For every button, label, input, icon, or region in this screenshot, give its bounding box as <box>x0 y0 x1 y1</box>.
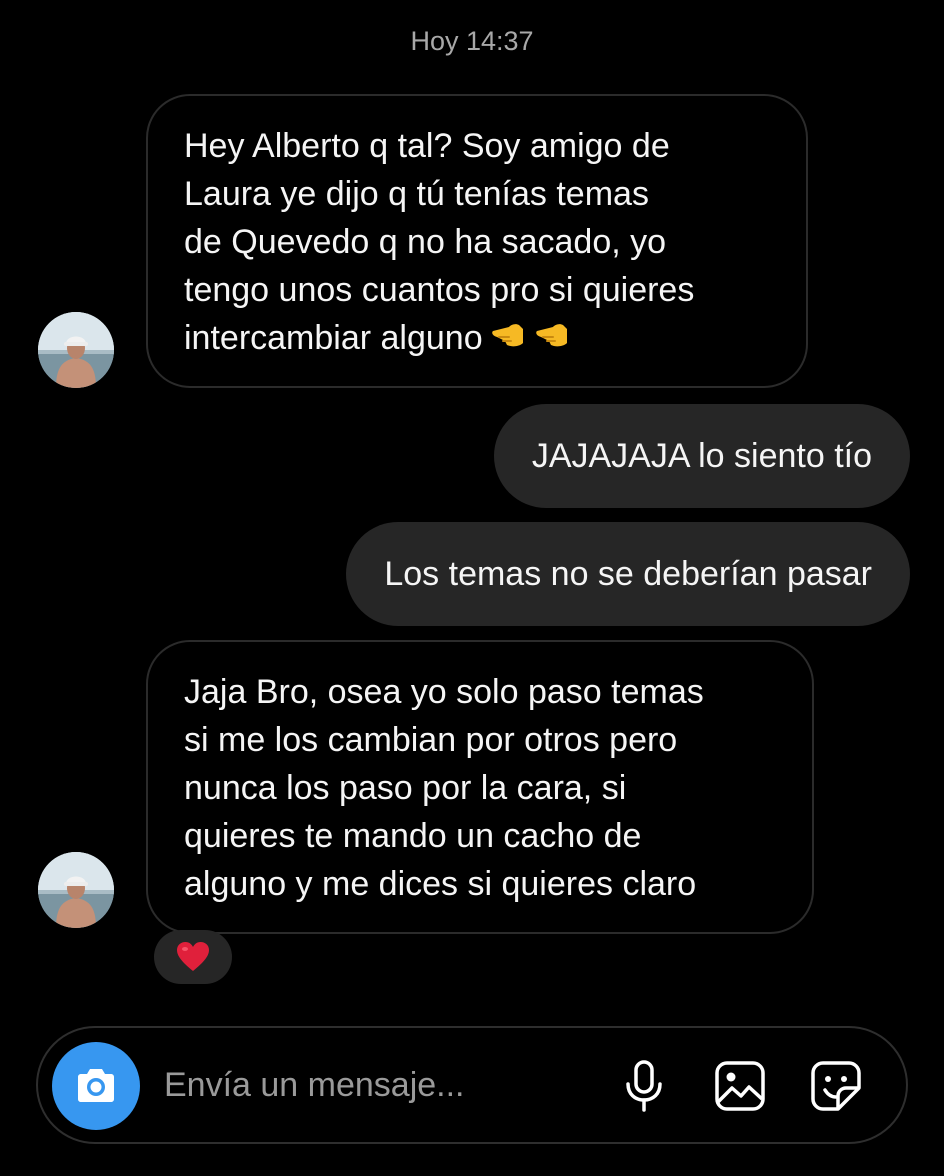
microphone-icon <box>626 1060 662 1112</box>
backhand-index-pointing-left-icon <box>489 315 527 366</box>
message-text: Los temas no se deberían pasar <box>384 555 872 593</box>
backhand-index-pointing-left-icon <box>533 315 571 366</box>
sticker-button[interactable] <box>808 1058 864 1114</box>
message-text: JAJAJAJA lo siento tío <box>531 437 872 475</box>
sent-message-bubble[interactable]: JAJAJAJA lo siento tío <box>493 404 910 508</box>
message-reaction[interactable] <box>154 930 232 984</box>
message-text: Jaja Bro, osea yo solo paso temas si me … <box>184 673 704 903</box>
red-heart-icon <box>177 942 209 971</box>
received-message-bubble[interactable]: Jaja Bro, osea yo solo paso temas si me … <box>146 640 814 934</box>
message-composer: Envía un mensaje... <box>36 1026 908 1144</box>
camera-button[interactable] <box>52 1042 140 1130</box>
sent-message-bubble[interactable]: Los temas no se deberían pasar <box>346 522 910 626</box>
message-input[interactable]: Envía un mensaje... <box>164 1028 465 1142</box>
camera-icon <box>78 1069 114 1102</box>
message-timestamp: Hoy 14:37 <box>410 26 534 56</box>
avatar-photo <box>38 312 114 388</box>
microphone-button[interactable] <box>616 1058 672 1114</box>
gallery-icon <box>715 1061 765 1111</box>
sender-avatar[interactable] <box>38 312 114 388</box>
sticker-icon <box>811 1061 861 1111</box>
sender-avatar[interactable] <box>38 852 114 928</box>
message-text: Hey Alberto q tal? Soy amigo de Laura ye… <box>184 127 695 357</box>
avatar-photo <box>38 852 114 928</box>
gallery-button[interactable] <box>712 1058 768 1114</box>
received-message-bubble[interactable]: Hey Alberto q tal? Soy amigo de Laura ye… <box>146 94 808 388</box>
